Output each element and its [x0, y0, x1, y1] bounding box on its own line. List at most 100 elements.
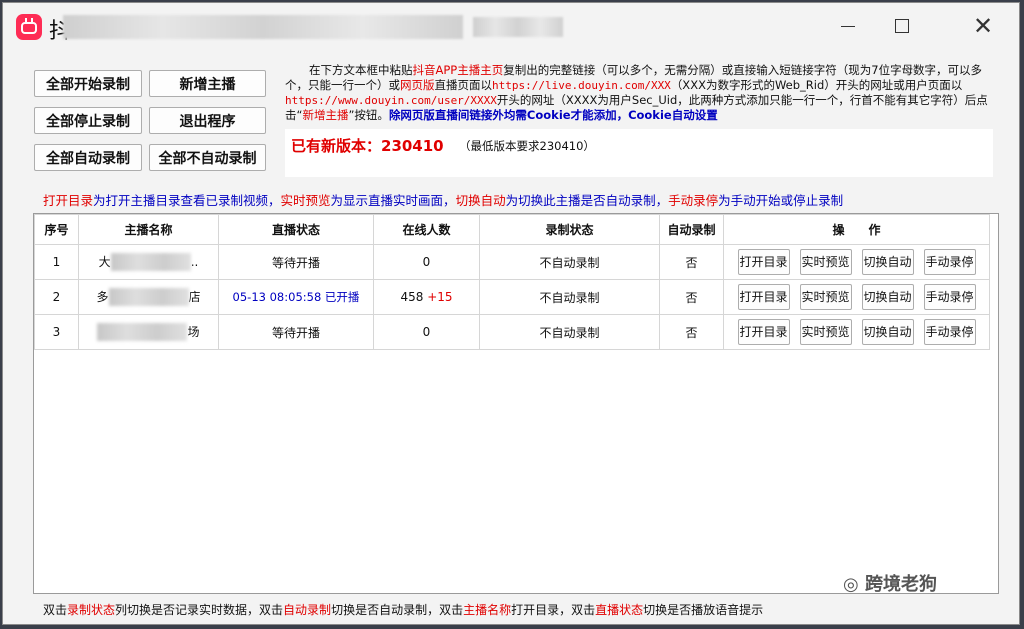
instr-url: https://www.douyin.com/user/XXXX [285, 94, 497, 107]
live-status-cell[interactable]: 05-13 08:05:58 已开播 [218, 279, 374, 315]
toggle-auto-button[interactable]: 切换自动 [861, 284, 914, 310]
table-row[interactable]: 2 多店 05-13 08:05:58 已开播 458 +15 不自动录制 否 … [34, 279, 990, 315]
exit-program-button[interactable]: 退出程序 [149, 107, 266, 134]
open-folder-button[interactable]: 打开目录 [737, 249, 790, 275]
manual-record-stop-button[interactable]: 手动录停 [923, 319, 976, 345]
stop-all-recording-button[interactable]: 全部停止录制 [34, 107, 142, 134]
table-header-row: 序号 主播名称 直播状态 在线人数 录制状态 自动录制 操 作 [34, 214, 990, 245]
col-header-online[interactable]: 在线人数 [373, 214, 480, 245]
record-status-cell[interactable]: 不自动录制 [479, 279, 660, 315]
auto-record-cell[interactable]: 否 [659, 244, 724, 280]
auto-record-cell[interactable]: 否 [659, 279, 724, 315]
instr-cookie-note: 除网页版直播间链接外均需Cookie才能添加，Cookie自动设置 [388, 108, 718, 122]
minimize-icon [841, 25, 855, 27]
footer-part: 主播名称 [463, 603, 512, 617]
footer-part: 切换是否播放语音提示 [643, 603, 764, 617]
col-header-actions[interactable]: 操 作 [723, 214, 990, 245]
actions-cell: 打开目录 实时预览 切换自动 手动录停 [723, 244, 990, 280]
open-folder-button[interactable]: 打开目录 [737, 319, 790, 345]
hint-part: 为手动开始或停止录制 [718, 193, 844, 208]
toggle-auto-button[interactable]: 切换自动 [861, 319, 914, 345]
col-header-live-status[interactable]: 直播状态 [218, 214, 374, 245]
hint-part: 为显示直播实时画面， [330, 193, 456, 208]
live-preview-button[interactable]: 实时预览 [799, 284, 852, 310]
actions-cell: 打开目录 实时预览 切换自动 手动录停 [723, 279, 990, 315]
manual-record-stop-button[interactable]: 手动录停 [923, 284, 976, 310]
row-index: 1 [34, 244, 79, 280]
redacted-name [108, 288, 189, 307]
open-folder-button[interactable]: 打开目录 [737, 284, 790, 310]
auto-record-all-button[interactable]: 全部自动录制 [34, 144, 142, 171]
streamer-name-cell[interactable]: 大.. [78, 244, 219, 280]
footer-part: 录制状态 [67, 603, 116, 617]
footer-part: 直播状态 [595, 603, 644, 617]
instr-part: 新增主播 [302, 108, 349, 122]
streamer-name-start: 多 [96, 289, 109, 304]
footer-part: 列切换是否记录实时数据，双击 [115, 603, 284, 617]
hint-part: 为打开主播目录查看已录制视频， [93, 193, 281, 208]
close-icon: ✕ [972, 12, 994, 40]
streamer-name-end: 店 [188, 289, 201, 304]
streamer-name-cell[interactable]: 场 [78, 314, 219, 350]
toggle-auto-button[interactable]: 切换自动 [861, 249, 914, 275]
minimize-button[interactable] [825, 3, 871, 49]
instr-part: 直播页面以 [434, 78, 493, 92]
instr-part: ”按钮。 [348, 108, 389, 122]
col-header-index[interactable]: 序号 [34, 214, 79, 245]
table-row[interactable]: 3 场 等待开播 0 不自动录制 否 打开目录 实时预览 切换自动 手动录停 [34, 314, 990, 350]
footer-part: 切换是否自动录制，双击 [331, 603, 464, 617]
auto-record-cell[interactable]: 否 [659, 314, 724, 350]
streamer-name-end: 场 [187, 324, 200, 339]
hint-part: 手动录停 [668, 193, 719, 208]
add-streamer-button[interactable]: 新增主播 [149, 70, 266, 97]
live-status-cell[interactable]: 等待开播 [218, 244, 374, 280]
manual-record-stop-button[interactable]: 手动录停 [923, 249, 976, 275]
no-auto-record-all-button[interactable]: 全部不自动录制 [149, 144, 266, 171]
app-logo-icon [16, 14, 42, 40]
streamer-name-start: 大 [98, 254, 111, 269]
actions-cell: 打开目录 实时预览 切换自动 手动录停 [723, 314, 990, 350]
link-input-textbox[interactable]: 已有新版本：230410 （最低版本要求230410） [285, 129, 993, 177]
online-count: 0 [422, 325, 431, 339]
footer-part: 双击 [43, 603, 68, 617]
footer-part: 自动录制 [283, 603, 332, 617]
start-all-recording-button[interactable]: 全部开始录制 [34, 70, 142, 97]
col-header-record-status[interactable]: 录制状态 [479, 214, 660, 245]
streamer-table[interactable]: 序号 主播名称 直播状态 在线人数 录制状态 自动录制 操 作 1 大.. 等待… [33, 213, 999, 594]
live-status-cell[interactable]: 等待开播 [218, 314, 374, 350]
title-bar[interactable]: 抖 ✕ [3, 3, 1019, 49]
instr-url: https://live.douyin.com/XXX [492, 79, 671, 92]
live-preview-button[interactable]: 实时预览 [799, 249, 852, 275]
instr-part: 在下方文本框中粘贴 [309, 63, 413, 77]
redacted-name [97, 323, 188, 342]
row-index: 3 [34, 314, 79, 350]
online-count: 0 [422, 255, 431, 269]
online-count-cell: 458 +15 [373, 279, 480, 315]
online-count-cell: 0 [373, 244, 480, 280]
online-count: 458 [400, 290, 424, 304]
streamer-name-cell[interactable]: 多店 [78, 279, 219, 315]
watermark: ◎ 跨境老狗 [843, 570, 937, 596]
live-preview-button[interactable]: 实时预览 [799, 319, 852, 345]
app-window: 抖 ✕ 全部开始录制 新增主播 全部停止录制 退出程序 全部自动录制 全部不自动… [2, 2, 1020, 625]
instructions-text: 在下方文本框中粘贴抖音APP主播主页复制出的完整链接（可以多个，无需分隔）或直接… [285, 63, 997, 123]
redacted-name [110, 253, 191, 272]
instr-part: 网页版 [400, 78, 435, 92]
hint-part: 打开目录 [43, 193, 94, 208]
col-header-auto-record[interactable]: 自动录制 [659, 214, 724, 245]
new-version-label: 已有新版本：230410 [291, 137, 444, 155]
record-status-cell[interactable]: 不自动录制 [479, 314, 660, 350]
min-version-label: （最低版本要求230410） [459, 139, 595, 153]
redacted-title-region [473, 17, 563, 37]
maximize-button[interactable] [879, 3, 925, 49]
table-row[interactable]: 1 大.. 等待开播 0 不自动录制 否 打开目录 实时预览 切换自动 手动录停 [34, 244, 990, 280]
record-status-cell[interactable]: 不自动录制 [479, 244, 660, 280]
col-header-name[interactable]: 主播名称 [78, 214, 219, 245]
online-count-cell: 0 [373, 314, 480, 350]
wechat-icon: ◎ [843, 574, 859, 595]
footer-part: 打开目录，双击 [511, 603, 596, 617]
instr-part: （XXX为数字形式的Web_Rid）开头的网址或用户页面以 [670, 78, 963, 92]
action-hint: 打开目录为打开主播目录查看已录制视频，实时预览为显示直播实时画面，切换自动为切换… [43, 190, 843, 209]
close-button[interactable]: ✕ [960, 3, 1006, 49]
watermark-text: 跨境老狗 [865, 574, 937, 595]
